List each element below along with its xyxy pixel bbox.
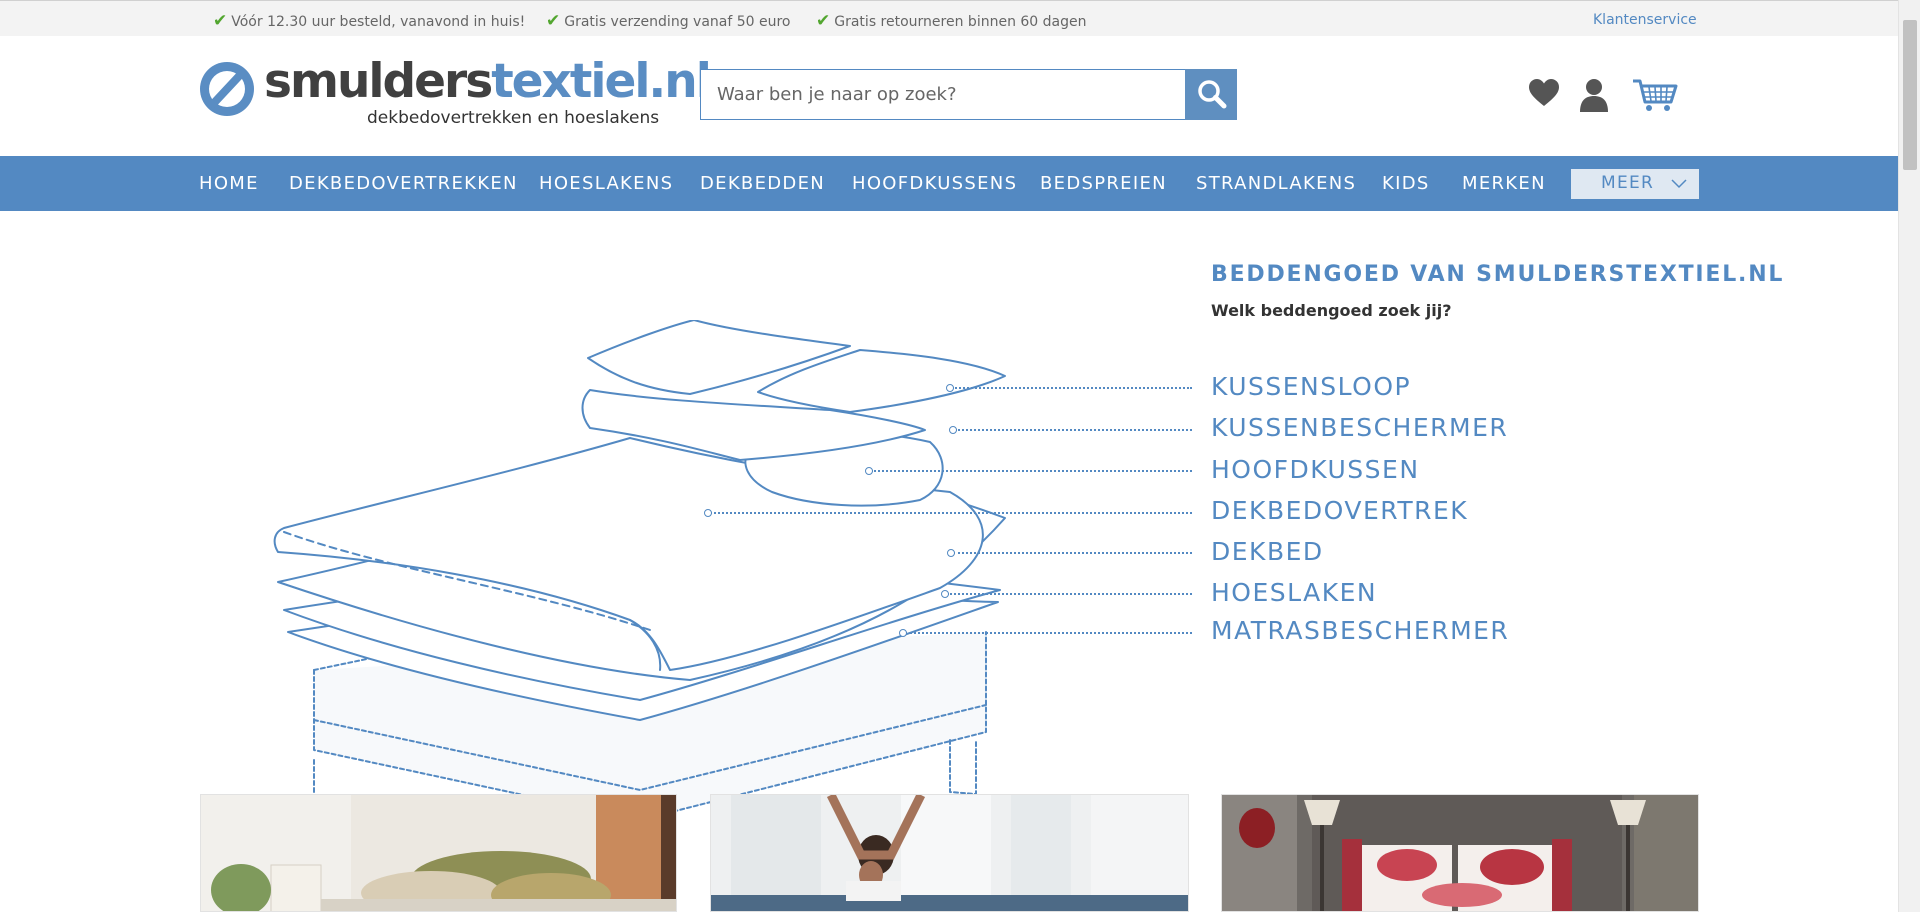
layer-link-hoeslaken[interactable]: HOESLAKEN xyxy=(1211,578,1377,607)
callout-line xyxy=(947,593,1192,595)
callout-dot xyxy=(946,384,954,392)
nav-item-hoofdkussens[interactable]: HOOFDKUSSENS xyxy=(852,173,1017,194)
section-subtitle: Welk beddengoed zoek jij? xyxy=(1211,301,1452,320)
bedroom-photo xyxy=(201,795,676,911)
logo-tagline: dekbedovertrekken en hoeslakens xyxy=(367,108,660,128)
callout-line xyxy=(953,552,1192,554)
layer-link-matrasbeschermer[interactable]: MATRASBESCHERMER xyxy=(1211,616,1509,645)
section-title: BEDDENGOED VAN SMULDERSTEXTIEL.NL xyxy=(1211,262,1785,287)
layer-link-kussensloop[interactable]: KUSSENSLOOP xyxy=(1211,372,1411,401)
usp-item: ✔ Gratis verzending vanaf 50 euro xyxy=(546,11,791,31)
layer-link-dekbed[interactable]: DEKBED xyxy=(1211,537,1324,566)
red-bedroom-photo xyxy=(1222,795,1698,911)
nav-item-dekbedovertrekken[interactable]: DEKBEDOVERTREKKEN xyxy=(289,173,518,194)
logo-wordmark: smulderstextiel.nl xyxy=(264,54,712,109)
nav-more-label: MEER xyxy=(1601,173,1655,193)
woman-waking-photo xyxy=(711,795,1188,911)
nav-item-bedspreien[interactable]: BEDSPREIEN xyxy=(1040,173,1167,194)
search-button[interactable] xyxy=(1185,69,1237,120)
layer-link-dekbedovertrek[interactable]: DEKBEDOVERTREK xyxy=(1211,496,1468,525)
logo-mark-icon xyxy=(200,62,254,116)
search-bar xyxy=(700,69,1237,120)
nav-item-strandlakens[interactable]: STRANDLAKENS xyxy=(1196,173,1356,194)
callout-dot xyxy=(899,629,907,637)
callout-dot xyxy=(947,549,955,557)
nav-item-merken[interactable]: MERKEN xyxy=(1462,173,1546,194)
layer-link-kussenbeschermer[interactable]: KUSSENBESCHERMER xyxy=(1211,413,1508,442)
bedding-layers-illustration xyxy=(273,320,1006,860)
cart-icon xyxy=(1633,79,1678,111)
callout-line xyxy=(952,387,1192,389)
search-input[interactable] xyxy=(701,70,1187,119)
category-image-woman-waking[interactable] xyxy=(710,794,1189,912)
user-icon xyxy=(1580,79,1608,112)
nav-item-home[interactable]: HOME xyxy=(199,173,259,194)
scrollbar-thumb[interactable] xyxy=(1903,20,1917,170)
nav-item-hoeslakens[interactable]: HOESLAKENS xyxy=(539,173,673,194)
site-logo[interactable]: smulderstextiel.nl dekbedovertrekken en … xyxy=(198,54,712,134)
usp-bar: ✔ Vóór 12.30 uur besteld, vanavond in hui… xyxy=(0,0,1898,36)
callout-dot xyxy=(941,590,949,598)
callout-dot xyxy=(949,426,957,434)
main-nav: HOME DEKBEDOVERTREKKEN HOESLAKENS DEKBED… xyxy=(0,156,1898,211)
account-button[interactable] xyxy=(1579,78,1609,116)
usp-item: ✔ Vóór 12.30 uur besteld, vanavond in hui… xyxy=(213,11,526,31)
wishlist-button[interactable] xyxy=(1528,78,1560,112)
callout-line xyxy=(710,512,1192,514)
callout-line xyxy=(955,429,1192,431)
heart-icon xyxy=(1529,79,1559,106)
category-image-bedroom[interactable] xyxy=(200,794,677,912)
cart-button[interactable] xyxy=(1632,78,1678,116)
check-icon: ✔ xyxy=(546,11,561,31)
chevron-down-icon xyxy=(1671,179,1687,189)
category-image-bedroom-red[interactable] xyxy=(1221,794,1699,912)
callout-line xyxy=(905,632,1192,634)
customer-service-link[interactable]: Klantenservice xyxy=(1593,12,1697,28)
usp-item: ✔ Gratis retourneren binnen 60 dagen xyxy=(816,11,1087,31)
callout-dot xyxy=(704,509,712,517)
callout-line xyxy=(871,470,1192,472)
search-icon xyxy=(1198,80,1227,109)
page-scrollbar[interactable] xyxy=(1898,0,1920,912)
callout-dot xyxy=(865,467,873,475)
nav-item-dekbedden[interactable]: DEKBEDDEN xyxy=(700,173,825,194)
nav-item-kids[interactable]: KIDS xyxy=(1382,173,1430,194)
nav-more-dropdown[interactable]: MEER xyxy=(1571,169,1699,199)
check-icon: ✔ xyxy=(213,11,228,31)
layer-link-hoofdkussen[interactable]: HOOFDKUSSEN xyxy=(1211,455,1420,484)
check-icon: ✔ xyxy=(816,11,831,31)
